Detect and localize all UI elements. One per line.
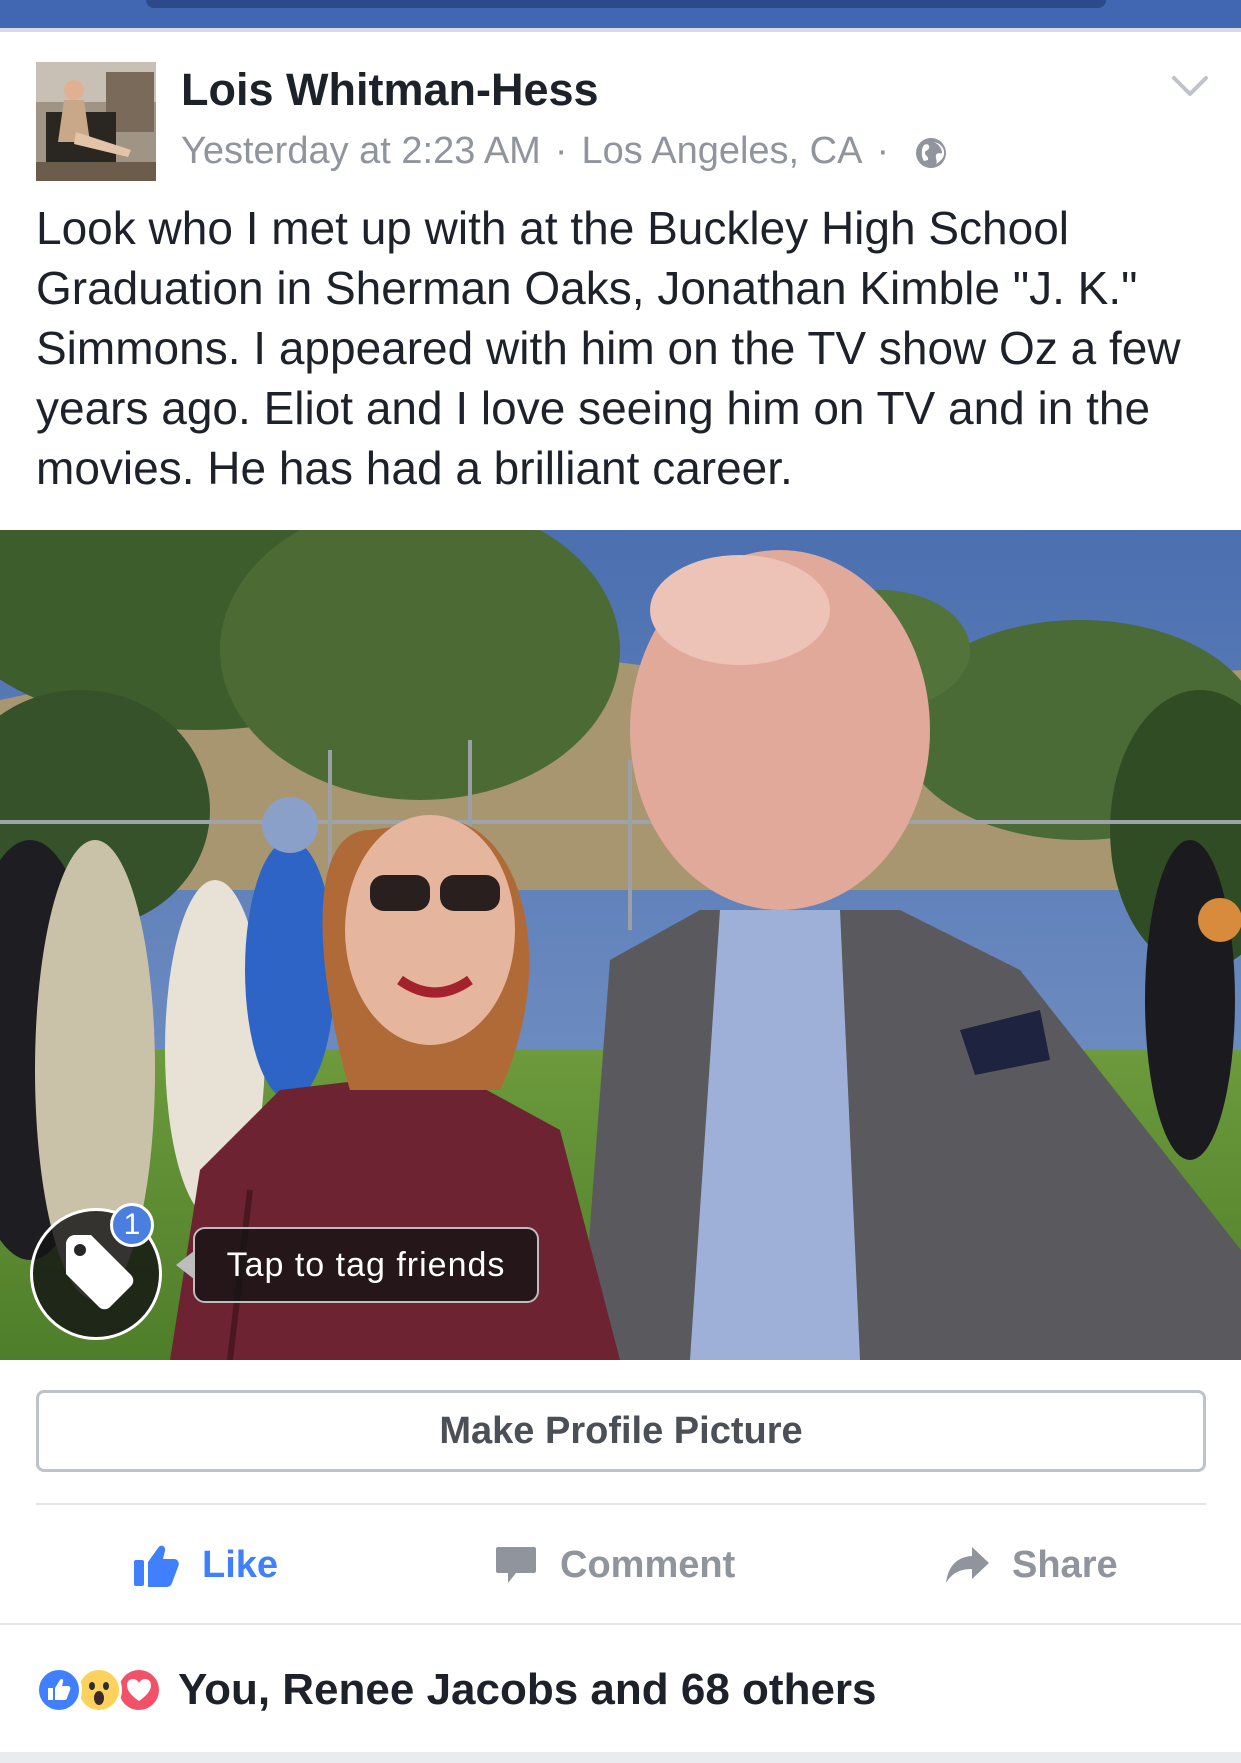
meta-separator: · — [876, 130, 890, 172]
share-arrow-icon — [946, 1547, 989, 1583]
post-location[interactable]: Los Angeles, CA — [582, 130, 863, 173]
divider — [0, 1623, 1241, 1625]
post-text: Look who I met up with at the Buckley Hi… — [36, 202, 1181, 494]
comment-label: Comment — [560, 1543, 736, 1586]
divider — [36, 1503, 1206, 1505]
chevron-down-icon[interactable] — [1170, 72, 1210, 102]
post-photo[interactable] — [0, 530, 1241, 1360]
globe-icon — [915, 136, 947, 168]
share-button[interactable]: Share — [944, 1530, 1118, 1600]
thumbs-up-icon — [134, 1545, 179, 1587]
wow-reaction-icon — [76, 1667, 122, 1713]
reactions-text[interactable]: You, Renee Jacobs and 68 others — [178, 1665, 877, 1715]
make-profile-picture-button[interactable]: Make Profile Picture — [36, 1390, 1206, 1472]
meta-separator: · — [554, 130, 568, 172]
tag-friends-prompt[interactable]: Tap to tag friends — [193, 1227, 539, 1303]
feed-divider — [0, 28, 1241, 32]
comment-icon — [496, 1547, 536, 1583]
top-navigation-bar — [0, 0, 1241, 28]
like-reaction-icon — [36, 1667, 82, 1713]
reactions-summary[interactable]: You, Renee Jacobs and 68 others — [36, 1658, 877, 1722]
love-reaction-icon — [116, 1667, 162, 1713]
like-label: Like — [202, 1543, 279, 1586]
search-bar[interactable] — [146, 0, 1106, 8]
like-button[interactable]: Like — [132, 1530, 278, 1600]
feed-divider — [0, 1752, 1241, 1763]
comment-button[interactable]: Comment — [494, 1530, 735, 1600]
share-label: Share — [1012, 1543, 1118, 1586]
post-timestamp[interactable]: Yesterday at 2:23 AM — [181, 130, 541, 173]
tag-bubble-arrow — [176, 1251, 194, 1279]
tag-count-badge: 1 — [110, 1203, 154, 1247]
author-name[interactable]: Lois Whitman-Hess — [181, 64, 599, 116]
post-meta: Yesterday at 2:23 AM · Los Angeles, CA · — [181, 130, 947, 173]
author-avatar[interactable] — [36, 62, 156, 181]
